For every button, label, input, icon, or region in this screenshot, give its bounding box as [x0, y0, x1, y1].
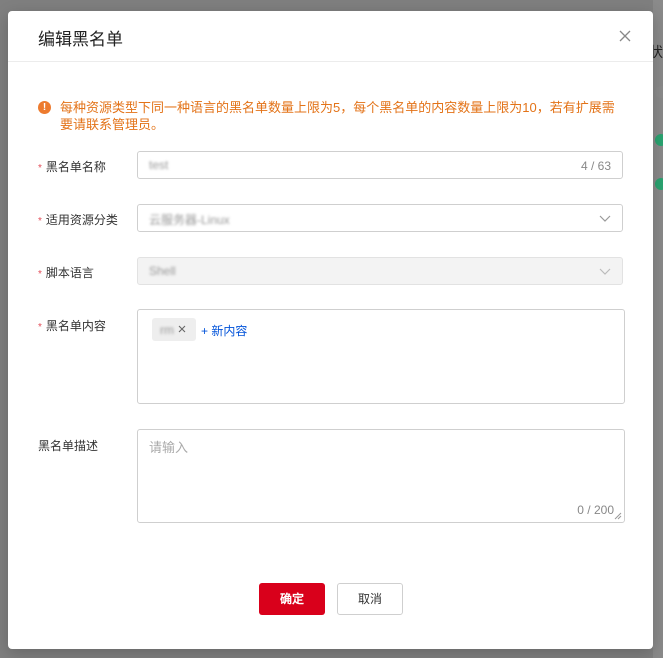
- language-label: * 脚本语言: [38, 266, 94, 280]
- description-placeholder: 请输入: [149, 440, 189, 455]
- limit-notice: ! 每种资源类型下同一种语言的黑名单数量上限为5，每个黑名单的内容数量上限为10…: [38, 99, 623, 133]
- resize-grip-icon[interactable]: [614, 512, 622, 520]
- cancel-button[interactable]: 取消: [337, 583, 403, 615]
- background-status-dot: [655, 134, 663, 146]
- required-mark: *: [38, 216, 42, 227]
- content-label: * 黑名单内容: [38, 319, 106, 333]
- language-select-value: Shell: [149, 264, 176, 278]
- background-page-edge: [653, 0, 663, 658]
- description-label: 黑名单描述: [38, 439, 99, 453]
- dialog-title: 编辑黑名单: [38, 30, 123, 49]
- name-label: * 黑名单名称: [38, 160, 106, 174]
- name-input-value: test: [149, 158, 169, 172]
- background-status-dot: [655, 178, 663, 190]
- edit-blacklist-dialog: 编辑黑名单 ! 每种资源类型下同一种语言的黑名单数量上限为5，每个黑名单的内容数…: [8, 11, 653, 649]
- dialog-header: 编辑黑名单: [8, 11, 653, 62]
- required-mark: *: [38, 269, 42, 280]
- category-select-value: 云服务器-Linux: [149, 213, 230, 227]
- confirm-button[interactable]: 确定: [259, 583, 325, 615]
- name-input[interactable]: test 4 / 63: [137, 151, 623, 179]
- close-button[interactable]: [615, 26, 635, 46]
- content-tag: rm: [152, 318, 196, 341]
- category-label: * 适用资源分类: [38, 213, 118, 227]
- chevron-down-icon: [599, 215, 611, 222]
- notice-text: 每种资源类型下同一种语言的黑名单数量上限为5，每个黑名单的内容数量上限为10，若…: [60, 100, 615, 132]
- language-select: Shell: [137, 257, 623, 285]
- add-content-button[interactable]: + 新内容: [201, 322, 247, 339]
- blacklist-content-input[interactable]: rm + 新内容: [137, 309, 625, 404]
- background-status-dot: [655, 86, 663, 98]
- category-select[interactable]: 云服务器-Linux: [137, 204, 623, 232]
- description-textarea[interactable]: 请输入 0 / 200: [137, 429, 625, 523]
- tag-remove-icon[interactable]: [176, 323, 188, 335]
- content-tag-label: rm: [160, 323, 174, 337]
- chevron-down-icon: [599, 268, 611, 275]
- description-char-counter: 0 / 200: [577, 503, 614, 517]
- required-mark: *: [38, 322, 42, 333]
- warning-icon: !: [38, 101, 51, 114]
- close-icon: [619, 30, 631, 42]
- required-mark: *: [38, 163, 42, 174]
- name-char-counter: 4 / 63: [580, 159, 611, 173]
